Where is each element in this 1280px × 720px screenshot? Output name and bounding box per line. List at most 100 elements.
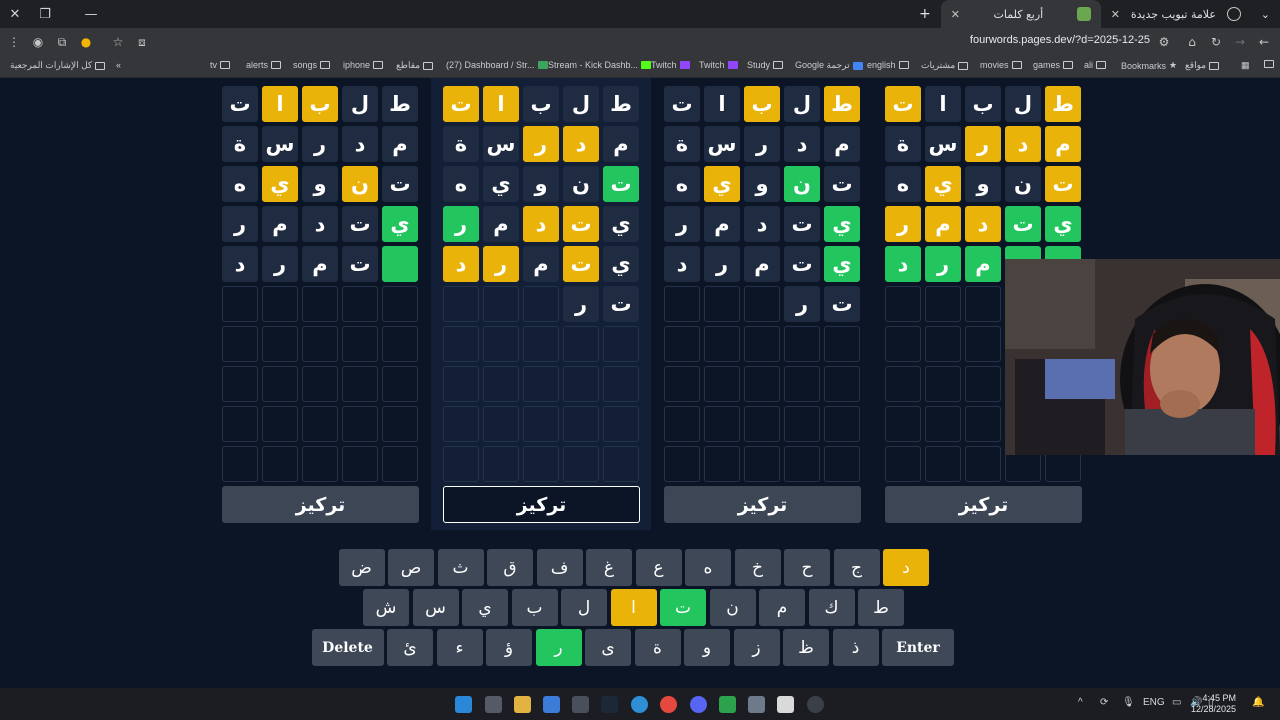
key[interactable]: ل [561, 589, 607, 626]
delete-key[interactable]: Delete [311, 629, 384, 666]
apps-grid-icon[interactable]: ▦ [1241, 60, 1250, 71]
key[interactable]: و [684, 629, 730, 666]
focus-button-board-4[interactable]: تركيز [222, 486, 419, 523]
key[interactable]: ئ [387, 629, 433, 666]
key[interactable]: س [412, 589, 459, 626]
bookmark-clips[interactable]: مقاطع [396, 60, 434, 71]
bookmark-purchases[interactable]: مشتريات [921, 60, 969, 71]
key[interactable]: ق [487, 549, 533, 586]
focus-button-board-3[interactable]: تركيز [443, 486, 640, 523]
bookmark-iphone[interactable]: iphone [343, 60, 384, 70]
key[interactable]: ؤ [486, 629, 532, 666]
key[interactable]: م [759, 589, 805, 626]
key[interactable]: ز [733, 629, 780, 666]
forward-icon[interactable]: → [1228, 30, 1252, 54]
bookmarks-overflow-icon[interactable]: « [116, 60, 121, 70]
bookmark-twitch-1[interactable]: Twitch [651, 60, 690, 70]
enter-key[interactable]: Enter [882, 629, 954, 666]
share-icon[interactable]: ⧈ [130, 30, 154, 54]
file-explorer-icon[interactable] [514, 696, 531, 713]
address-bar[interactable]: fourwords.pages.dev/?d=2025-12-25 [970, 34, 1150, 46]
bookmark-kick[interactable]: Stream - Kick Dashb... [548, 60, 652, 70]
tray-network-icon[interactable]: ⟳ [1100, 697, 1108, 708]
bookmark-english[interactable]: english [867, 60, 909, 70]
tray-mic-icon[interactable]: 🎙 [1122, 697, 1135, 708]
tray-chevron-icon[interactable]: ^ [1078, 697, 1083, 708]
bookmark-star-icon[interactable]: ☆ [106, 30, 130, 54]
bookmark-study[interactable]: Study [747, 60, 784, 70]
extensions-icon[interactable]: ⧉ [50, 30, 74, 54]
key[interactable]: ش [363, 589, 409, 626]
key[interactable]: ى [585, 629, 631, 666]
key[interactable]: ر [535, 629, 582, 666]
key[interactable]: ض [338, 549, 385, 586]
task-view-icon[interactable] [485, 696, 502, 713]
key[interactable]: ع [635, 549, 682, 586]
key[interactable]: ن [709, 589, 756, 626]
tab-four-words[interactable]: ✕ أربع كلمات [940, 0, 1101, 28]
clock[interactable]: 4:45 PM 12/28/2025 [1191, 693, 1236, 715]
key[interactable]: ح [784, 549, 830, 586]
key[interactable]: ظ [783, 629, 829, 666]
key[interactable]: ه [685, 549, 731, 586]
key[interactable]: غ [586, 549, 632, 586]
bookmark-all[interactable]: كل الإشارات المرجعية [10, 60, 106, 71]
start-icon[interactable] [455, 696, 472, 713]
focus-button-board-1[interactable]: تركيز [885, 486, 1082, 523]
app-icon-3[interactable] [777, 696, 794, 713]
tab-search-icon[interactable]: ⌄ [1251, 0, 1280, 28]
key[interactable]: ف [536, 549, 583, 586]
bookmark-google-translate[interactable]: Google ترجمة [795, 60, 863, 71]
menu-dots-icon[interactable]: ⋮ [2, 30, 26, 54]
key[interactable]: ك [808, 589, 855, 626]
chrome-icon[interactable] [660, 696, 677, 713]
bookmark-sites[interactable]: مواقع [1185, 60, 1220, 71]
key[interactable]: ي [462, 589, 508, 626]
key[interactable]: د [883, 549, 929, 586]
app-icon-4[interactable] [807, 696, 824, 713]
xbox-icon[interactable] [719, 696, 736, 713]
key[interactable]: ت [660, 589, 706, 626]
close-tab-icon[interactable]: ✕ [1111, 8, 1120, 21]
reload-icon[interactable]: ↻ [1204, 30, 1228, 54]
steam-icon[interactable] [601, 696, 618, 713]
tab-new-tab[interactable]: ✕ علامة تبويب جديدة [1101, 0, 1251, 28]
bookmark-folder-icon[interactable] [1264, 60, 1274, 68]
key[interactable]: ص [388, 549, 434, 586]
bookmark-twitch-2[interactable]: Twitch [699, 60, 738, 70]
back-icon[interactable]: ← [1252, 30, 1276, 54]
bookmark-tv[interactable]: tv [210, 60, 231, 70]
bookmark-dashboard[interactable]: (27) Dashboard / Str... [446, 60, 548, 70]
bookmark-songs[interactable]: songs [293, 60, 331, 70]
key[interactable]: ا [610, 589, 657, 626]
key[interactable]: ء [436, 629, 483, 666]
profile-icon[interactable]: ◉ [26, 30, 50, 54]
app-icon-2[interactable] [748, 696, 765, 713]
key[interactable]: ب [511, 589, 558, 626]
close-window-icon[interactable]: ✕ [0, 0, 30, 28]
home-icon[interactable]: ⌂ [1180, 30, 1204, 54]
discord-icon[interactable] [690, 696, 707, 713]
bookmark-ali[interactable]: ali [1084, 60, 1107, 70]
bookmark-games[interactable]: games [1033, 60, 1074, 70]
language-indicator[interactable]: ENG [1143, 697, 1165, 708]
key[interactable]: خ [734, 549, 781, 586]
new-tab-button[interactable]: + [909, 0, 941, 28]
close-tab-icon[interactable]: ✕ [951, 8, 960, 21]
focus-button-board-2[interactable]: تركيز [664, 486, 861, 523]
restore-window-icon[interactable]: ❐ [30, 0, 60, 28]
key[interactable]: ط [858, 589, 904, 626]
tray-wifi-icon[interactable]: ▭ [1172, 697, 1181, 708]
key[interactable]: ة [634, 629, 681, 666]
store-icon[interactable] [543, 696, 560, 713]
bookmark-movies[interactable]: movies [980, 60, 1022, 70]
app-icon[interactable] [572, 696, 589, 713]
bookmark-bookmarks[interactable]: Bookmarks ★ [1121, 60, 1177, 71]
key[interactable]: ذ [832, 629, 879, 666]
edge-icon[interactable] [631, 696, 648, 713]
key[interactable]: ث [437, 549, 484, 586]
bookmark-alerts[interactable]: alerts [246, 60, 282, 70]
notifications-icon[interactable]: 🔔 [1252, 697, 1264, 708]
extension-icon[interactable]: ● [74, 30, 98, 54]
minimize-window-icon[interactable]: — [76, 0, 106, 28]
